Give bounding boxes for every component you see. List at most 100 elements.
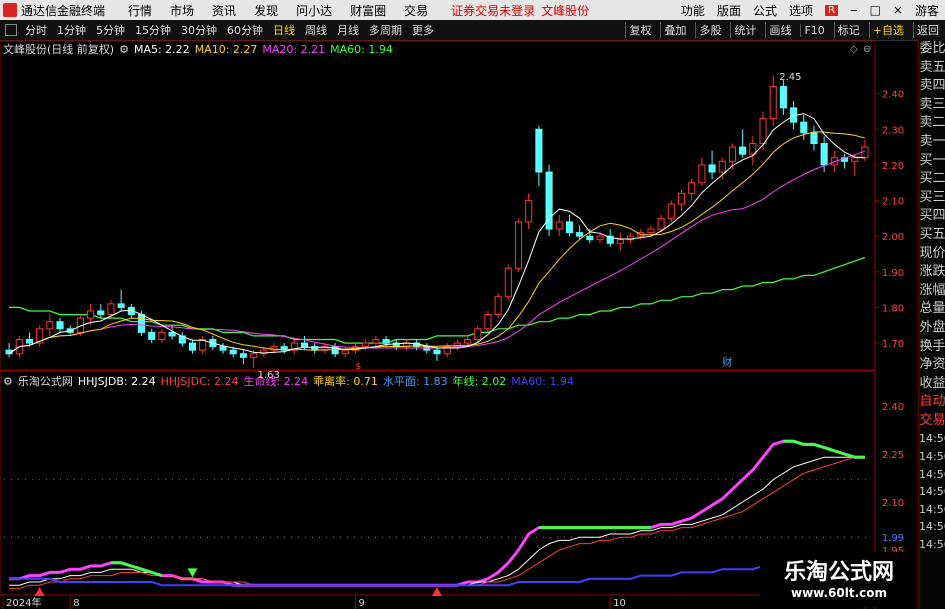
y-tick-label: 2.00 bbox=[882, 232, 904, 243]
sidebar-item-buy2[interactable]: 买二 bbox=[919, 170, 945, 189]
sidebar-item-buy5[interactable]: 买五 bbox=[919, 226, 945, 245]
candle-body bbox=[300, 342, 309, 348]
candle-body bbox=[433, 349, 441, 355]
candle-body bbox=[576, 232, 584, 237]
candle-body bbox=[46, 321, 54, 330]
lifeline-green-segment bbox=[813, 442, 825, 450]
candle-body bbox=[779, 86, 787, 109]
candle bbox=[677, 189, 686, 212]
candle-body bbox=[25, 338, 34, 344]
candle-body bbox=[810, 132, 818, 145]
finance-marker: 财 bbox=[722, 356, 732, 369]
sidebar-item-sell1[interactable]: 卖一 bbox=[919, 133, 945, 152]
candle bbox=[616, 232, 624, 251]
lifeline-green-segment bbox=[823, 446, 835, 453]
sidebar-item-buy1[interactable]: 买一 bbox=[919, 152, 945, 171]
candle bbox=[545, 164, 553, 237]
candle-body bbox=[555, 221, 563, 230]
y-tick-label: 1.80 bbox=[882, 303, 904, 314]
sidebar-item-auto[interactable]: 自动 bbox=[919, 393, 945, 412]
x-axis-label: 8 bbox=[73, 598, 79, 609]
indicator-y-tick-label: 1.99 bbox=[882, 533, 904, 544]
candle bbox=[443, 343, 451, 358]
candle bbox=[56, 318, 64, 333]
sidebar-item-price[interactable]: 现价 bbox=[919, 245, 945, 264]
guest-label[interactable]: 游客 bbox=[915, 2, 939, 19]
candle bbox=[535, 125, 543, 187]
candle-body bbox=[851, 157, 859, 162]
candle-body bbox=[219, 346, 227, 351]
candle-body bbox=[769, 86, 777, 120]
candle-body bbox=[239, 353, 247, 358]
candle-body bbox=[688, 182, 696, 194]
candle bbox=[341, 346, 349, 358]
candle-body bbox=[677, 192, 686, 205]
candle-body bbox=[514, 221, 523, 269]
candle-body bbox=[565, 221, 574, 234]
lifeline-green-segment bbox=[120, 561, 132, 568]
candle-body bbox=[718, 160, 726, 173]
candle-body bbox=[148, 331, 156, 340]
sidebar-item-earnings[interactable]: 收益 bbox=[919, 375, 945, 394]
candle bbox=[219, 343, 227, 354]
candle bbox=[239, 350, 247, 365]
sidebar-item-weibi[interactable]: 委比 bbox=[919, 40, 945, 59]
indicator-line-HHJSJDB bbox=[9, 456, 865, 586]
y-tick-label: 2.30 bbox=[882, 125, 904, 136]
candle-body bbox=[708, 164, 716, 173]
candle-body bbox=[137, 314, 146, 333]
sidebar-item-change[interactable]: 涨跌 bbox=[919, 263, 945, 282]
candle bbox=[433, 346, 441, 361]
sidebar-item-volume[interactable]: 总量 bbox=[919, 300, 945, 319]
candle-body bbox=[800, 121, 808, 134]
diamond-icon: ◇ bbox=[850, 44, 858, 55]
candle bbox=[402, 339, 410, 351]
candle bbox=[117, 289, 125, 311]
y-tick-label: 2.40 bbox=[882, 90, 904, 101]
sidebar-item-trade[interactable]: 交易 bbox=[919, 412, 945, 431]
sidebar-item-change-pct[interactable]: 涨幅 bbox=[919, 282, 945, 301]
candle bbox=[199, 335, 207, 354]
chart-canvas[interactable]: 2.40 2.30 2.20 2.10 2.00 1.90 1.80 1.70 2.40 2.25… bbox=[0, 0, 918, 609]
sidebar-item-sell2[interactable]: 卖二 bbox=[919, 114, 945, 133]
candle-body bbox=[362, 342, 370, 348]
candle-body bbox=[647, 228, 655, 234]
tick-time: 14:56 bbox=[919, 502, 945, 516]
candle-body bbox=[56, 321, 64, 330]
buy-signal-triangle bbox=[34, 587, 45, 596]
sidebar-item-net-asset[interactable]: 净资 bbox=[919, 356, 945, 375]
dividend-marker: $ bbox=[355, 362, 361, 372]
sidebar-item-sell4[interactable]: 卖四 bbox=[919, 77, 945, 96]
candle bbox=[565, 214, 574, 237]
candle bbox=[708, 150, 716, 180]
candle bbox=[718, 157, 726, 180]
sidebar-item-buy3[interactable]: 买三 bbox=[919, 189, 945, 208]
candle-body bbox=[158, 331, 166, 340]
lifeline-green-segment bbox=[793, 439, 805, 446]
sidebar-item-outer[interactable]: 外盘 bbox=[919, 319, 945, 338]
candle-body bbox=[525, 200, 533, 223]
sidebar-item-sell5[interactable]: 卖五 bbox=[919, 59, 945, 78]
sidebar-item-sell3[interactable]: 卖三 bbox=[919, 96, 945, 115]
tick-time: 14:56 bbox=[919, 432, 945, 446]
ma20-line bbox=[8, 150, 866, 355]
sidebar-item-turnover[interactable]: 换手 bbox=[919, 338, 945, 357]
candle-body bbox=[484, 314, 492, 330]
ma10-line bbox=[8, 131, 866, 355]
candle bbox=[5, 343, 13, 358]
tick-time: 14:56 bbox=[919, 467, 945, 481]
candle bbox=[769, 75, 777, 126]
sidebar-item-buy4[interactable]: 买四 bbox=[919, 207, 945, 226]
tick-time: 14:56 bbox=[919, 538, 945, 552]
tick-time: 14:56 bbox=[919, 485, 945, 499]
candle-body bbox=[250, 353, 258, 358]
candle bbox=[739, 129, 747, 158]
candle bbox=[749, 136, 757, 165]
tick-time: 14:56 bbox=[919, 450, 945, 464]
candle-body bbox=[820, 143, 828, 166]
candle bbox=[688, 179, 696, 201]
candle-body bbox=[229, 349, 237, 355]
candle bbox=[555, 214, 563, 237]
quote-sidebar: 委比 卖五 卖四 卖三 卖二 卖一 买一 买二 买三 买四 买五 现价 涨跌 涨… bbox=[918, 40, 945, 609]
candle bbox=[36, 325, 44, 347]
